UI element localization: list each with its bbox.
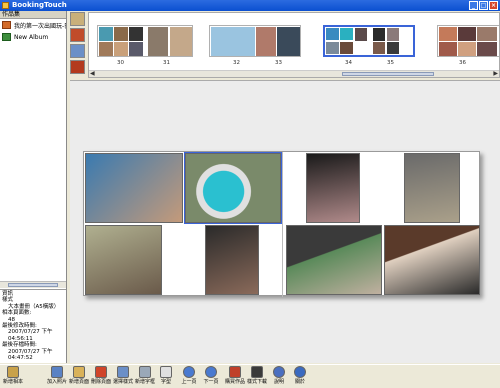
app-icon: [2, 2, 9, 9]
album-label: 我的第一次出國玩-巴厘島: [14, 22, 66, 30]
scroll-thumb[interactable]: [342, 72, 434, 76]
page-number: 30: [117, 60, 124, 66]
photo-frame[interactable]: [404, 153, 460, 223]
bottom-toolbar: 新增相本 加入照片 新增頁面 刪除頁面 選擇樣式 新增字框 字型 上一頁 下一頁…: [0, 364, 500, 388]
button-label: 刪除頁面: [90, 379, 111, 385]
page-delete-icon[interactable]: [70, 28, 85, 42]
choose-style-button[interactable]: 選擇樣式: [112, 366, 134, 388]
add-textbox-icon: [139, 366, 151, 378]
info-value: 2007/07/27 下午 04:47:52: [8, 348, 53, 362]
font-button[interactable]: 字型: [155, 366, 177, 388]
about-button[interactable]: 關於: [289, 366, 311, 388]
buy-work-icon: [229, 366, 241, 378]
page-number: 35: [387, 60, 394, 66]
prev-page-icon: [183, 366, 195, 378]
button-label: 新增相本: [2, 379, 23, 385]
thumbnail-scrollbar[interactable]: ◀ ▶: [89, 70, 499, 77]
scroll-right-icon[interactable]: ▶: [493, 71, 498, 77]
add-page-icon: [73, 366, 85, 378]
window-title: BookingTouch: [12, 1, 67, 9]
page-number: 33: [275, 60, 282, 66]
page-thumbnail[interactable]: [97, 25, 193, 57]
delete-page-icon: [95, 366, 107, 378]
scroll-thumb[interactable]: [8, 283, 58, 287]
button-label: 關於: [294, 379, 305, 385]
album-icon: [2, 33, 11, 41]
album-label: New Album: [14, 33, 49, 41]
button-label: 購買作品: [224, 379, 245, 385]
page-thumbnail-selected[interactable]: [323, 25, 415, 57]
button-label: 字型: [160, 379, 171, 385]
close-button[interactable]: ×: [489, 1, 498, 10]
choose-style-icon: [117, 366, 129, 378]
button-label: 新增字框: [134, 379, 155, 385]
add-photo-icon: [51, 366, 63, 378]
photo-frame[interactable]: [85, 225, 162, 295]
album-panel-scrollbar[interactable]: [0, 281, 66, 288]
photo-frame[interactable]: [85, 153, 183, 223]
button-label: 說明: [273, 379, 284, 385]
add-photo-button[interactable]: 加入照片: [46, 366, 68, 388]
scroll-left-icon[interactable]: ◀: [90, 71, 95, 77]
page-thumb-view-icon[interactable]: [70, 12, 85, 26]
page-layout-icon[interactable]: [70, 44, 85, 58]
button-label: 選擇樣式: [112, 379, 133, 385]
page-fold: [282, 152, 283, 297]
album-item[interactable]: New Album: [0, 31, 66, 43]
title-bar: BookingTouch _ □ ×: [0, 0, 500, 11]
album-panel-header: 作品集: [0, 11, 66, 19]
button-label: 新增頁面: [68, 379, 89, 385]
photo-frame[interactable]: [306, 153, 360, 223]
about-icon: [294, 366, 306, 378]
new-album-button[interactable]: 新增相本: [2, 366, 24, 388]
page-number: 32: [233, 60, 240, 66]
next-page-icon: [205, 366, 217, 378]
page-thumbnail[interactable]: [209, 25, 301, 57]
help-button[interactable]: 說明: [268, 366, 290, 388]
page-number: 36: [459, 60, 466, 66]
help-icon: [273, 366, 285, 378]
new-album-icon: [7, 366, 19, 378]
next-page-button[interactable]: 下一頁: [200, 366, 222, 388]
page-number: 31: [163, 60, 170, 66]
font-icon: [160, 366, 172, 378]
page-number: 34: [345, 60, 352, 66]
add-page-button[interactable]: 新增頁面: [68, 366, 90, 388]
album-icon: [2, 21, 11, 29]
add-textbox-button[interactable]: 新增字框: [134, 366, 156, 388]
photo-frame-selected[interactable]: [184, 152, 282, 224]
button-label: 上一頁: [181, 379, 197, 385]
prev-page-button[interactable]: 上一頁: [178, 366, 200, 388]
strip-tools: [70, 12, 86, 78]
page-thumbnail[interactable]: [437, 25, 499, 57]
info-panel: 資訊 樣式 大本畫冊（A5橫版） 相本頁面數: 48 最後修改時間: 2007/…: [0, 289, 66, 363]
minimize-button[interactable]: _: [469, 1, 478, 10]
photo-frame[interactable]: [286, 225, 382, 295]
style-download-button[interactable]: 樣式下載: [246, 366, 268, 388]
page-spread[interactable]: [83, 151, 480, 297]
page-thumbnail-strip: 30 31 32 33 34 35 36 ◀ ▶: [88, 12, 500, 78]
button-label: 下一頁: [203, 379, 219, 385]
photo-frame[interactable]: [384, 225, 480, 295]
style-download-icon: [251, 366, 263, 378]
button-label: 樣式下載: [246, 379, 267, 385]
album-item[interactable]: 我的第一次出國玩-巴厘島: [0, 19, 66, 31]
maximize-button[interactable]: □: [479, 1, 488, 10]
info-value: 2007/07/27 下午 04:56:11: [8, 329, 53, 342]
buy-work-button[interactable]: 購買作品: [224, 366, 246, 388]
page-style-icon[interactable]: [70, 60, 85, 74]
delete-page-button[interactable]: 刪除頁面: [90, 366, 112, 388]
photo-frame[interactable]: [205, 225, 259, 295]
album-panel: 作品集 我的第一次出國玩-巴厘島 New Album 資訊 樣式 大本畫冊（A5…: [0, 11, 67, 363]
button-label: 加入照片: [46, 379, 67, 385]
page-editor-canvas[interactable]: [70, 80, 500, 363]
